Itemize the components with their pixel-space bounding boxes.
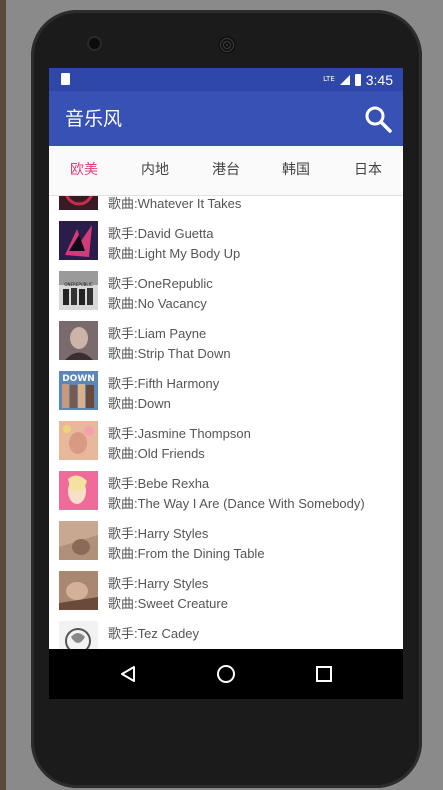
status-time: 3:45 <box>365 71 393 88</box>
sim-card-icon <box>61 73 70 85</box>
song-label: 歌曲:Strip That Down <box>108 346 231 361</box>
album-cover <box>59 521 98 560</box>
song-label: 歌曲:Down <box>108 396 171 411</box>
artist-label: 歌手:Liam Payne <box>108 326 207 341</box>
recent-apps-icon[interactable] <box>316 666 332 682</box>
list-item[interactable]: 歌手:David Guetta 歌曲:Light My Body Up <box>49 216 403 267</box>
navigation-bar <box>49 649 403 699</box>
front-camera <box>89 38 100 49</box>
list-item[interactable]: 歌手:Jasmine Thompson 歌曲:Old Friends <box>49 416 403 467</box>
search-icon <box>365 106 392 133</box>
list-item[interactable]: 歌曲:Whatever It Takes <box>49 196 403 217</box>
app-bar: 音乐风 <box>49 91 403 146</box>
network-type-label: LTE <box>323 75 335 83</box>
album-cover: ONEREPUBLIC <box>59 271 98 310</box>
device-screen: LTE 3:45 音乐风 欧美 内地 港台 韩国 日本 歌曲:Whatever … <box>49 68 403 699</box>
artist-label: 歌手:David Guetta <box>108 226 214 241</box>
song-label: 歌曲:The Way I Are (Dance With Somebody) <box>108 496 365 511</box>
list-item[interactable]: ONEREPUBLIC 歌手:OneRepublic 歌曲:No Vacancy <box>49 266 403 317</box>
list-item[interactable]: 歌手:Harry Styles 歌曲:From the Dining Table <box>49 516 403 567</box>
desktop-background <box>0 0 6 790</box>
song-label: 歌曲:Light My Body Up <box>108 246 241 261</box>
album-cover: DOWN <box>59 371 98 410</box>
category-tabs: 欧美 内地 港台 韩国 日本 <box>49 146 403 273</box>
album-cover <box>59 471 98 510</box>
back-icon[interactable] <box>119 665 137 683</box>
list-item[interactable]: 歌手:Bebe Rexha 歌曲:The Way I Are (Dance Wi… <box>49 466 403 517</box>
song-label: 歌曲:No Vacancy <box>108 296 207 311</box>
song-label: 歌曲:Old Friends <box>108 446 205 461</box>
song-label: 歌曲:Sweet Creature <box>108 596 228 611</box>
tab-korea[interactable]: 韩国 <box>261 146 331 195</box>
artist-label: 歌手:Tez Cadey <box>108 626 200 641</box>
cover-text: DOWN <box>62 374 95 384</box>
tab-japan[interactable]: 日本 <box>333 146 403 195</box>
tab-western[interactable]: 欧美 <box>49 146 119 195</box>
tab-hk-tw[interactable]: 港台 <box>191 146 261 195</box>
song-list[interactable]: 歌曲:Whatever It Takes 歌手:David Guetta 歌曲:… <box>49 196 403 699</box>
tab-mainland[interactable]: 内地 <box>120 146 190 195</box>
list-item[interactable]: 歌手:Liam Payne 歌曲:Strip That Down <box>49 316 403 367</box>
album-cover <box>59 421 98 460</box>
list-item[interactable]: DOWN 歌手:Fifth Harmony 歌曲:Down <box>49 366 403 417</box>
cover-text: ONEREPUBLIC <box>64 282 92 287</box>
search-button[interactable] <box>363 104 393 134</box>
artist-label: 歌手:Harry Styles <box>108 526 209 541</box>
status-bar: LTE 3:45 <box>49 68 403 91</box>
earpiece-speaker <box>218 36 236 54</box>
home-icon[interactable] <box>217 665 235 683</box>
album-cover <box>59 571 98 610</box>
list-item[interactable]: 歌手:Harry Styles 歌曲:Sweet Creature <box>49 566 403 617</box>
artist-label: 歌手:Jasmine Thompson <box>108 426 251 441</box>
album-cover <box>59 221 98 260</box>
song-label: 歌曲:Whatever It Takes <box>108 196 242 211</box>
album-cover <box>59 196 98 210</box>
artist-label: 歌手:Bebe Rexha <box>108 476 210 491</box>
album-cover <box>59 321 98 360</box>
artist-label: 歌手:Harry Styles <box>108 576 209 591</box>
app-title: 音乐风 <box>65 108 123 130</box>
battery-icon <box>354 73 361 86</box>
artist-label: 歌手:Fifth Harmony <box>108 376 220 391</box>
signal-icon <box>339 74 350 85</box>
song-label: 歌曲:From the Dining Table <box>108 546 265 561</box>
artist-label: 歌手:OneRepublic <box>108 276 213 291</box>
